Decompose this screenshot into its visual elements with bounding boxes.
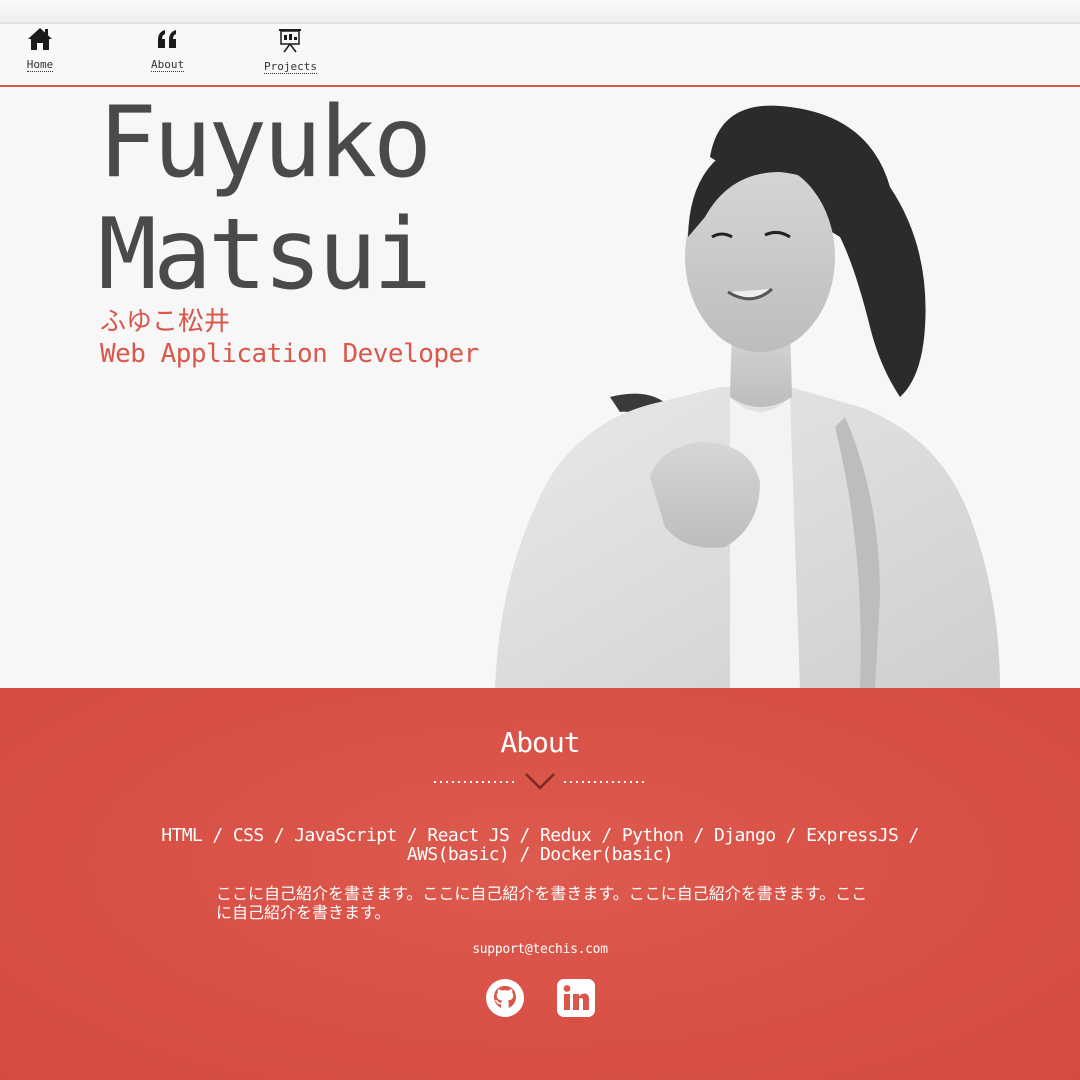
github-icon[interactable] (485, 978, 525, 1018)
top-nav: Home About Projects (0, 24, 1080, 87)
nav-item-home[interactable]: Home (26, 26, 54, 72)
nav-label: About (151, 58, 185, 72)
email-link[interactable]: support@techis.com (0, 942, 1080, 957)
presentation-icon (276, 26, 304, 54)
skills-line-2: AWS(basic) / Docker(basic) (406, 844, 674, 865)
bio-text: ここに自己紹介を書きます。ここに自己紹介を書きます。ここに自己紹介を書きます。こ… (216, 884, 868, 922)
hero-section: Fuyuko Matsui ふゆこ松井 Web Application Deve… (0, 87, 1080, 688)
home-icon (26, 26, 54, 52)
quote-icon (154, 26, 182, 52)
about-heading: About (500, 726, 580, 759)
job-title: Web Application Developer (100, 339, 479, 369)
browser-top-bar (0, 0, 1080, 24)
portrait-photo (495, 105, 1000, 688)
linkedin-icon[interactable] (556, 978, 596, 1018)
kana-name: ふゆこ松井 (100, 307, 231, 337)
nav-label: Home (26, 58, 54, 72)
skills-list: HTML / CSS / JavaScript / React JS / Red… (160, 826, 920, 864)
nav-item-about[interactable]: About (151, 26, 185, 72)
hero-name: Fuyuko Matsui (98, 87, 432, 312)
nav-label: Projects (264, 60, 317, 74)
first-name: Fuyuko (98, 87, 432, 200)
last-name: Matsui (98, 198, 432, 312)
nav-item-projects[interactable]: Projects (264, 26, 317, 74)
chevron-down-icon (434, 773, 646, 790)
about-section: About HTML / CSS / JavaScript / React JS… (0, 688, 1080, 1080)
skills-line-1: HTML / CSS / JavaScript / React JS / Red… (161, 825, 919, 846)
